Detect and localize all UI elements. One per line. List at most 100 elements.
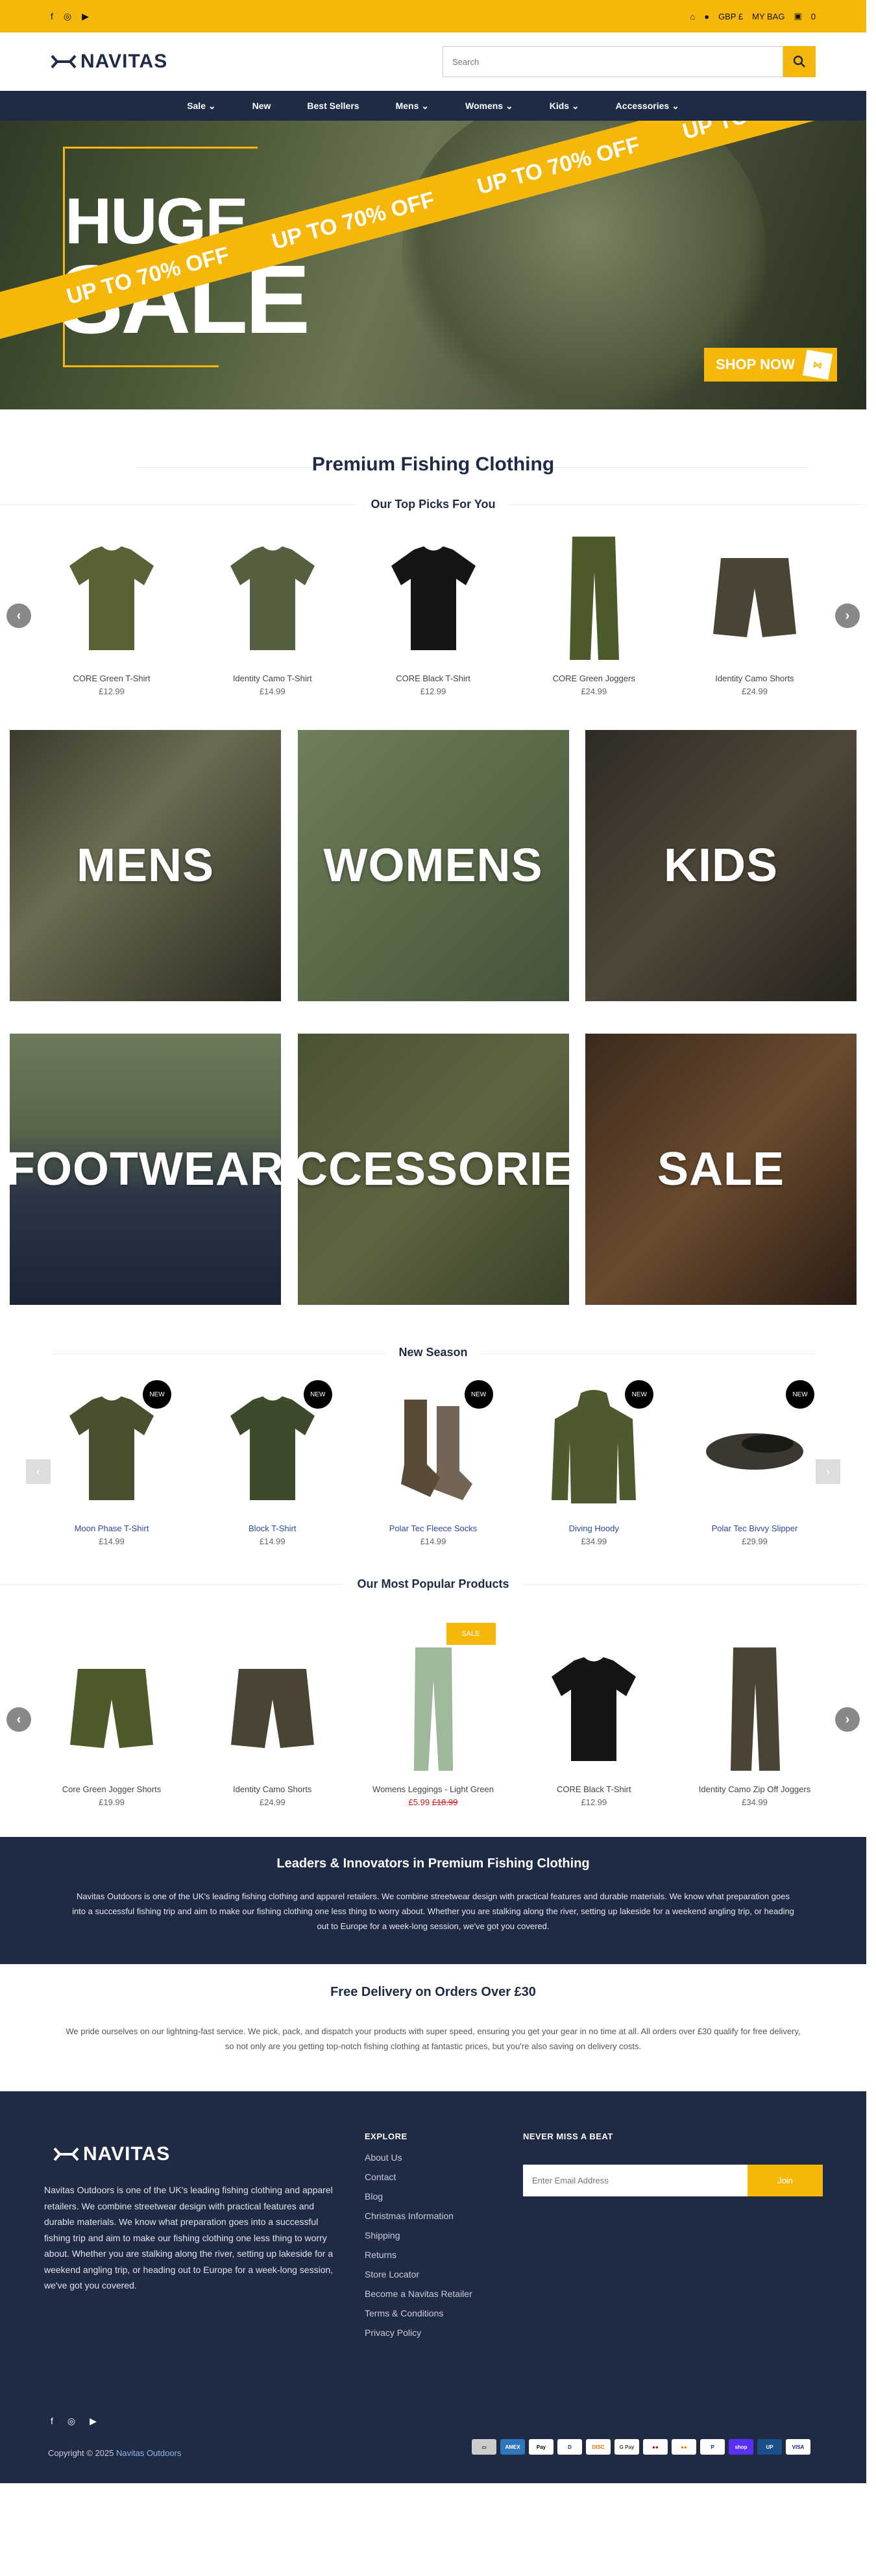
carousel-next-button[interactable]: › [835,1707,860,1732]
nav-item-sale[interactable]: Sale ⌄ [187,101,215,112]
youtube-icon[interactable]: ▶ [90,2416,97,2427]
product-image[interactable] [522,1641,665,1777]
footer-link[interactable]: Become a Navitas Retailer [365,2284,472,2303]
product-image[interactable] [683,1641,826,1777]
footer-logo[interactable]: NAVITAS [53,2143,170,2165]
product-name[interactable]: Block T-Shirt [201,1523,344,1535]
product-name[interactable]: CORE Green Joggers [522,673,665,685]
search-input[interactable] [443,46,783,77]
product-image[interactable] [362,1641,505,1777]
product-name[interactable]: CORE Black T-Shirt [362,673,505,685]
product-image[interactable] [40,530,183,666]
carousel-next-button[interactable]: › [835,603,860,628]
footer-link[interactable]: Blog [365,2187,472,2206]
nav-item-mens[interactable]: Mens ⌄ [396,101,429,112]
product-name[interactable]: Identity Camo T-Shirt [201,673,344,685]
copyright-brand-link[interactable]: Navitas Outdoors [116,2448,181,2458]
footer-link[interactable]: Privacy Policy [365,2323,472,2342]
category-tile-footwear[interactable]: FOOTWEAR [10,1034,281,1305]
product-name[interactable]: Identity Camo Shorts [201,1784,344,1795]
product-card[interactable]: SALE Womens Leggings - Light Green £5.99 £… [362,1623,505,1837]
product-image[interactable] [201,530,344,666]
product-card[interactable]: Identity Camo Shorts £24.99 [683,530,826,725]
product-image[interactable] [362,530,505,666]
newsletter-heading: NEVER MISS A BEAT [523,2132,613,2141]
product-name[interactable]: Identity Camo Zip Off Joggers [683,1784,826,1795]
bag-link[interactable]: MY BAG [752,12,785,21]
new-badge: NEW [625,1380,654,1409]
product-card[interactable]: CORE Green Joggers £24.99 [522,530,665,725]
product-card[interactable]: CORE Black T-Shirt £12.99 [362,530,505,725]
footer-link[interactable]: Contact [365,2167,472,2187]
nav-item-new[interactable]: New [252,101,271,111]
new-badge: NEW [143,1380,171,1409]
product-name[interactable]: Diving Hoody [522,1523,665,1535]
product-card[interactable]: Identity Camo Zip Off Joggers £34.99 [683,1641,826,1837]
search-button[interactable] [783,46,816,77]
instagram-icon[interactable]: ◎ [64,11,71,22]
product-image[interactable] [40,1641,183,1777]
carousel-prev-button[interactable]: ‹ [6,1707,31,1732]
footer-link[interactable]: Shipping [365,2226,472,2245]
product-card[interactable]: Identity Camo T-Shirt £14.99 [201,530,344,725]
category-tile-kids[interactable]: KIDS [585,730,857,1001]
payment-method-icon: Pay [529,2439,554,2455]
product-card[interactable]: NEW Block T-Shirt £14.99 [201,1380,344,1571]
band-text: UP TO 70% OFF [680,121,848,145]
product-name[interactable]: Moon Phase T-Shirt [40,1523,183,1535]
product-card[interactable]: NEW Moon Phase T-Shirt £14.99 [40,1380,183,1571]
nav-item-kids[interactable]: Kids ⌄ [550,101,579,112]
facebook-icon[interactable]: f [51,11,53,22]
product-card[interactable]: Core Green Jogger Shorts £19.99 [40,1641,183,1837]
product-image[interactable] [201,1641,344,1777]
product-card[interactable]: CORE Green T-Shirt £12.99 [40,530,183,725]
account-icon[interactable]: ● [704,12,709,21]
youtube-icon[interactable]: ▶ [82,11,89,22]
leaders-text: Navitas Outdoors is one of the UK's lead… [72,1891,794,1931]
product-image[interactable] [522,530,665,666]
shop-now-button[interactable]: SHOP NOW ⋈ [704,348,837,382]
instagram-icon[interactable]: ◎ [67,2416,75,2427]
site-logo[interactable]: NAVITAS [51,51,167,73]
footer-link[interactable]: Terms & Conditions [365,2303,472,2323]
category-tile-accessories[interactable]: ACCESSORIES [297,1034,569,1305]
email-input[interactable] [523,2165,748,2196]
category-tile-sale[interactable]: SALE [585,1034,857,1305]
product-name[interactable]: CORE Black T-Shirt [522,1784,665,1795]
product-name[interactable]: Womens Leggings - Light Green [362,1784,505,1795]
footer-link[interactable]: Store Locator [365,2265,472,2284]
join-button[interactable]: Join [748,2165,823,2196]
category-tile-mens[interactable]: MENS [10,730,281,1001]
footer-link[interactable]: Christmas Information [365,2206,472,2226]
product-card[interactable]: NEW Diving Hoody £34.99 [522,1380,665,1571]
footer-link[interactable]: About Us [365,2148,472,2167]
product-name[interactable]: Core Green Jogger Shorts [40,1784,183,1795]
nav-item-accessories[interactable]: Accessories ⌄ [616,101,679,112]
product-name[interactable]: CORE Green T-Shirt [40,673,183,685]
nav-item-womens[interactable]: Womens ⌄ [465,101,513,112]
product-image[interactable] [683,530,826,666]
facebook-icon[interactable]: f [51,2416,53,2427]
category-tile-label: WOMENS [323,840,543,892]
category-tile-label: ACCESSORIES [297,1143,569,1195]
product-card[interactable]: Identity Camo Shorts £24.99 [201,1641,344,1837]
product-card[interactable]: NEW Polar Tec Bivvy Slipper £29.99 [683,1380,826,1571]
product-name[interactable]: Polar Tec Fleece Socks [362,1523,505,1535]
nav-item-best-sellers[interactable]: Best Sellers [307,101,359,111]
carousel-prev-button[interactable]: ‹ [6,603,31,628]
bag-icon[interactable]: ▣ [794,11,801,21]
product-name[interactable]: Polar Tec Bivvy Slipper [683,1523,826,1535]
product-name[interactable]: Identity Camo Shorts [683,673,826,685]
location-icon[interactable]: ⌂ [690,12,695,21]
product-price: £29.99 [742,1537,768,1547]
sale-badge: SALE [446,1623,496,1645]
hero-banner[interactable]: HUGE SALE UP TO 70% OFF UP TO 70% OFF UP… [0,121,866,409]
site-footer: NAVITAS Navitas Outdoors is one of the U… [0,2091,866,2483]
explore-heading: EXPLORE [365,2132,408,2141]
currency-selector[interactable]: GBP £ [718,12,743,21]
product-card[interactable]: NEW Polar Tec Fleece Socks £14.99 [362,1380,505,1571]
product-card[interactable]: CORE Black T-Shirt £12.99 [522,1641,665,1837]
category-tile-womens[interactable]: WOMENS [297,730,569,1001]
footer-link[interactable]: Returns [365,2245,472,2265]
popular-title: Our Most Popular Products [0,1577,866,1591]
